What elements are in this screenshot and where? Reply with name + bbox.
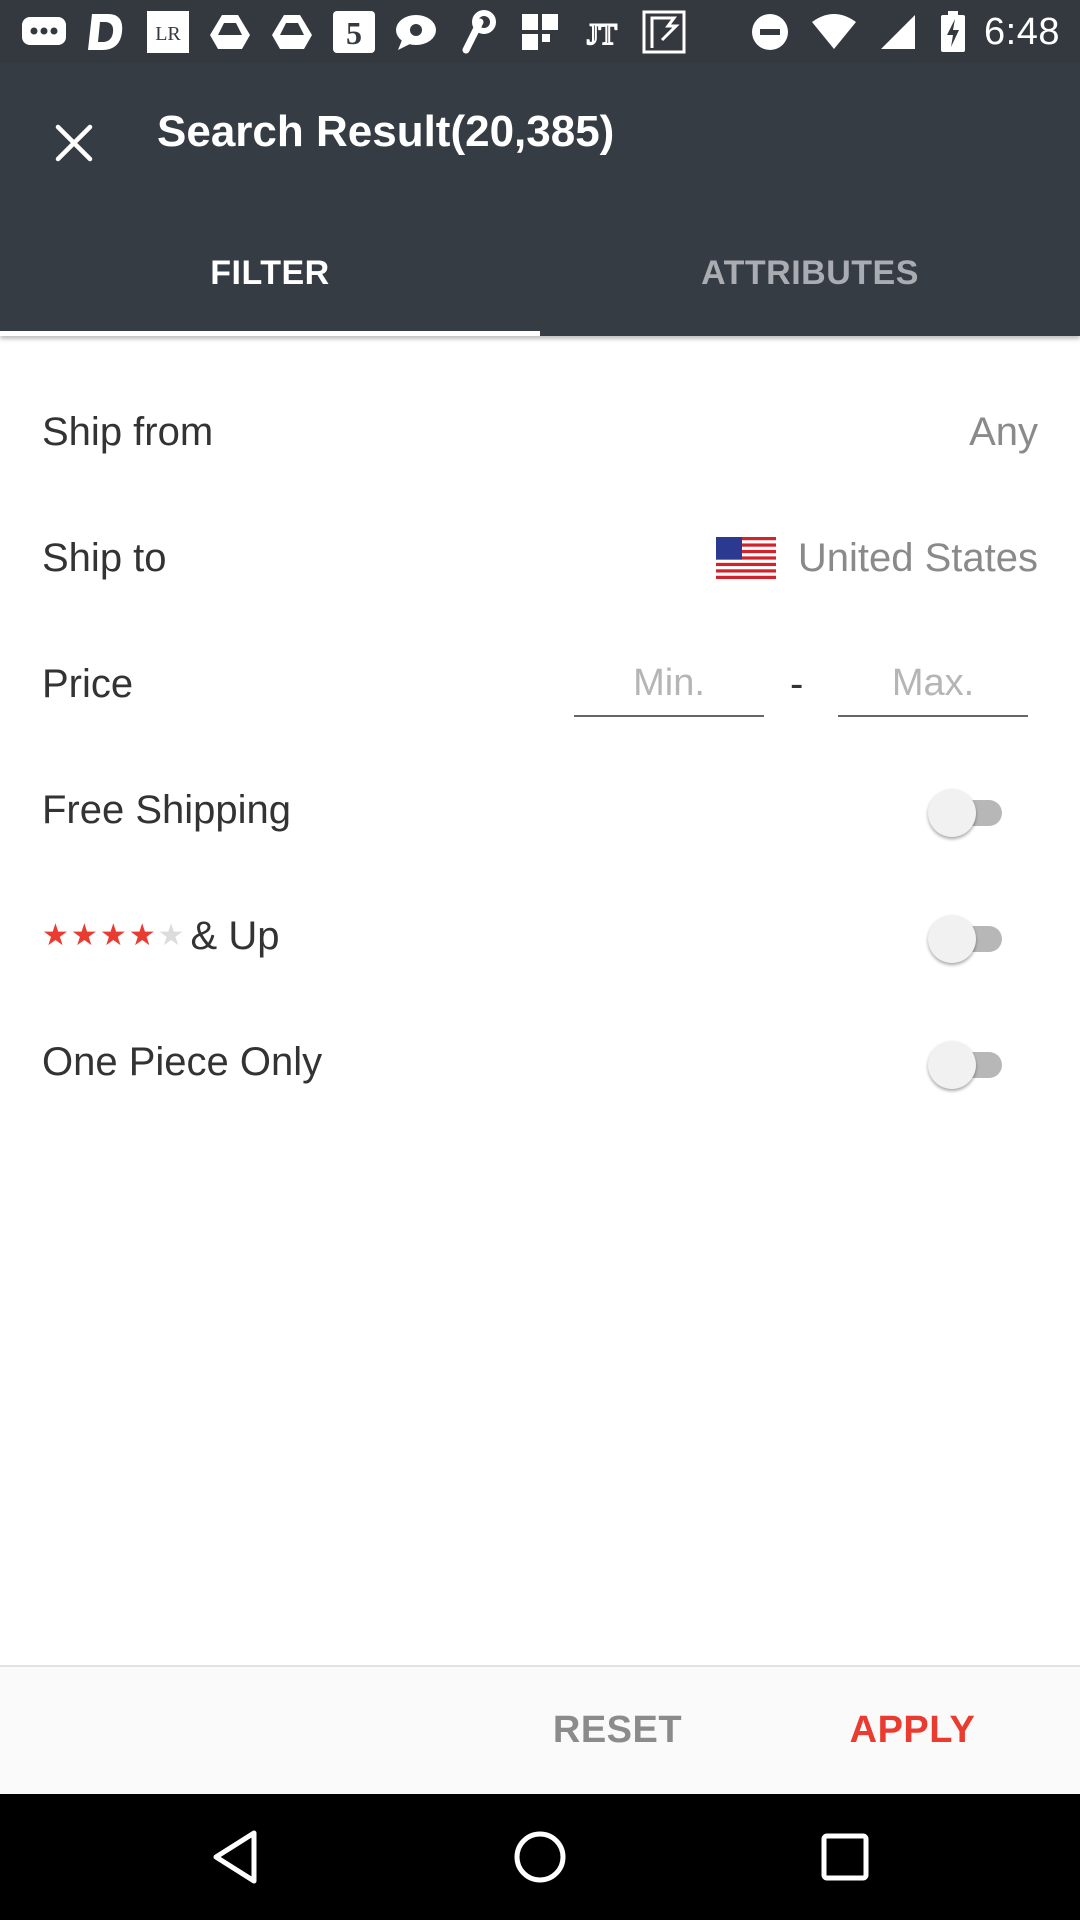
ship-from-label: Ship from [42,409,214,454]
recents-button[interactable] [800,1814,890,1900]
ship-from-row[interactable]: Ship from Any [0,369,1080,495]
clock: 6:48 [984,10,1060,53]
jt-icon: JT [578,9,626,55]
close-button[interactable] [36,105,112,181]
one-piece-toggle[interactable] [928,1039,1008,1089]
signal-icon [874,9,922,55]
recents-icon [821,1833,869,1881]
price-label: Price [42,661,134,706]
star-filled-icon: ★ [70,919,98,952]
toggle-thumb [928,1041,976,1089]
svg-text:LR: LR [155,23,181,45]
rating-row: ★ ★ ★ ★ ★ & Up [0,873,1080,999]
link-icon [454,9,502,55]
toggle-thumb [928,915,976,963]
ship-to-country: United States [797,535,1038,580]
star-filled-icon: ★ [42,919,69,952]
navigation-bar [0,1794,1080,1920]
page-title: Search Result(20,385) [157,107,615,156]
star-filled-icon: ★ [128,919,156,952]
price-max-input[interactable] [838,651,1028,717]
rating-stars: ★ ★ ★ ★ ★ [42,921,185,951]
svg-text:JT: JT [587,18,617,51]
price-row: Price - [0,621,1080,747]
home-button[interactable] [495,1814,585,1900]
flipboard-icon [640,9,688,55]
battery-charging-icon [938,9,968,55]
rating-label: & Up [190,913,280,958]
rating-label-group: ★ ★ ★ ★ ★ & Up [42,873,279,999]
free-shipping-label: Free Shipping [42,787,292,832]
wifi-icon [810,9,858,55]
star-filled-icon: ★ [99,919,127,952]
d-app-icon [82,9,130,55]
grid-icon [516,9,564,55]
home-icon [514,1831,566,1883]
ship-from-value: Any [969,409,1038,454]
notification-icons: LR 5 JT [20,8,688,56]
svg-text:5: 5 [346,15,362,51]
tab-attributes[interactable]: ATTRIBUTES [540,210,1080,336]
drive-icon [268,9,316,55]
star-empty-icon: ★ [157,919,185,952]
apply-button[interactable]: APPLY [835,1667,990,1794]
tab-bar: FILTER ATTRIBUTES [0,210,1080,336]
close-icon [55,124,93,162]
messages-icon [20,9,68,55]
tab-filter[interactable]: FILTER [0,210,540,336]
toggle-thumb [928,789,976,837]
free-shipping-row: Free Shipping [0,747,1080,873]
price-min-input[interactable] [574,651,764,717]
tab-indicator [0,331,540,336]
chat-icon [392,9,440,55]
do-not-disturb-icon [746,9,794,55]
drive-icon [206,9,254,55]
system-icons: 6:48 [746,8,1060,56]
one-piece-label: One Piece Only [42,1039,323,1084]
app-bar: Search Result(20,385) [0,63,1080,210]
reset-button[interactable]: RESET [540,1667,695,1794]
price-separator: - [790,661,804,706]
ship-to-label: Ship to [42,535,167,580]
free-shipping-toggle[interactable] [928,787,1008,837]
us-flag-icon [715,537,776,579]
back-icon [213,1830,257,1884]
rating-toggle[interactable] [928,913,1008,963]
action-bar: RESET APPLY [0,1665,1080,1794]
one-piece-row: One Piece Only [0,999,1080,1125]
5-app-icon: 5 [330,9,378,55]
status-bar: LR 5 JT 6:48 [0,0,1080,63]
ship-to-row[interactable]: Ship to United States [0,495,1080,621]
ship-to-value: United States [715,495,1038,621]
lr-icon: LR [144,9,192,55]
back-button[interactable] [190,1814,280,1900]
